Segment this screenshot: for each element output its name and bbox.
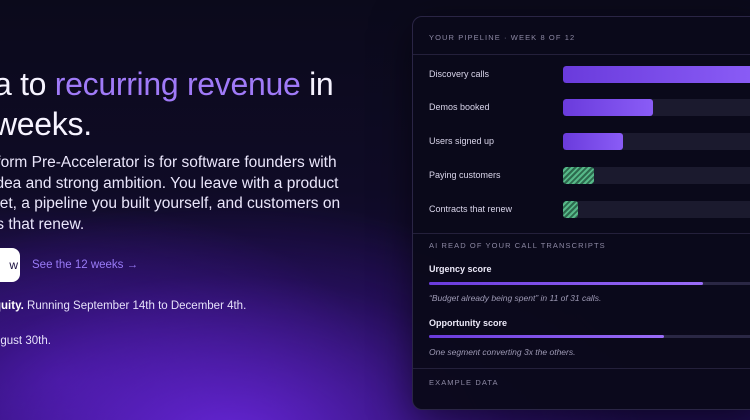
pipeline-panel: YOUR PIPELINE · WEEK 8 OF 12 Discovery c… — [412, 16, 750, 410]
pipeline-bar-track — [563, 99, 750, 116]
application-deadline: ugust 30th. — [0, 335, 51, 347]
program-dates: quity. Running September 14th to Decembe… — [0, 300, 247, 312]
pipeline-bar-fill — [563, 167, 594, 184]
pipeline-bar-track — [563, 167, 750, 184]
headline-line2: weeks. — [0, 106, 92, 142]
pipeline-bar-fill — [563, 201, 579, 218]
opportunity-score-fill — [429, 335, 664, 338]
pipeline-bar-fill — [563, 133, 623, 150]
urgency-score-track — [429, 282, 750, 285]
pipeline-label: Contracts that renew — [429, 204, 513, 214]
pipeline-bar-track — [563, 133, 750, 150]
pipeline-row: Contracts that renew — [429, 201, 750, 219]
pipeline-heading: YOUR PIPELINE · WEEK 8 OF 12 — [429, 33, 576, 42]
cta-row: w See the 12 weeks → — [0, 248, 138, 282]
ai-heading: AI READ OF YOUR CALL TRANSCRIPTS — [429, 241, 606, 250]
pipeline-bar-track — [563, 201, 750, 218]
hero-description: tform Pre-Accelerator is for software fo… — [0, 154, 341, 233]
divider — [413, 233, 750, 234]
pipeline-bar-fill — [563, 66, 750, 83]
pipeline-row: Demos booked — [429, 99, 750, 117]
opportunity-score-title: Opportunity score — [429, 318, 508, 328]
headline-accent: recurring revenue — [54, 66, 301, 102]
pipeline-label: Demos booked — [429, 102, 490, 112]
divider — [413, 54, 750, 55]
pipeline-row: Users signed up — [429, 133, 750, 151]
hero-section: a to recurring revenue in weeks. tform P… — [0, 0, 400, 420]
pipeline-label: Paying customers — [429, 170, 501, 180]
pipeline-bar-track — [563, 66, 750, 83]
opportunity-score-note: One segment converting 3x the others. — [429, 347, 576, 357]
example-data-label: EXAMPLE DATA — [429, 378, 499, 387]
urgency-score-note: “Budget already being spent” in 11 of 31… — [429, 293, 602, 303]
pipeline-label: Users signed up — [429, 136, 495, 146]
pipeline-label: Discovery calls — [429, 69, 490, 79]
apply-button[interactable]: w — [0, 248, 20, 282]
urgency-score-title: Urgency score — [429, 264, 492, 274]
headline-line1: a to recurring revenue in — [0, 66, 334, 102]
urgency-score-fill — [429, 282, 703, 285]
opportunity-score-track — [429, 335, 750, 338]
pipeline-row: Discovery calls — [429, 66, 750, 84]
hero-headline: a to recurring revenue in weeks. — [0, 64, 334, 144]
pipeline-row: Paying customers — [429, 167, 750, 185]
pipeline-bar-fill — [563, 99, 654, 116]
divider — [413, 368, 750, 369]
see-weeks-link[interactable]: See the 12 weeks → — [32, 259, 138, 271]
